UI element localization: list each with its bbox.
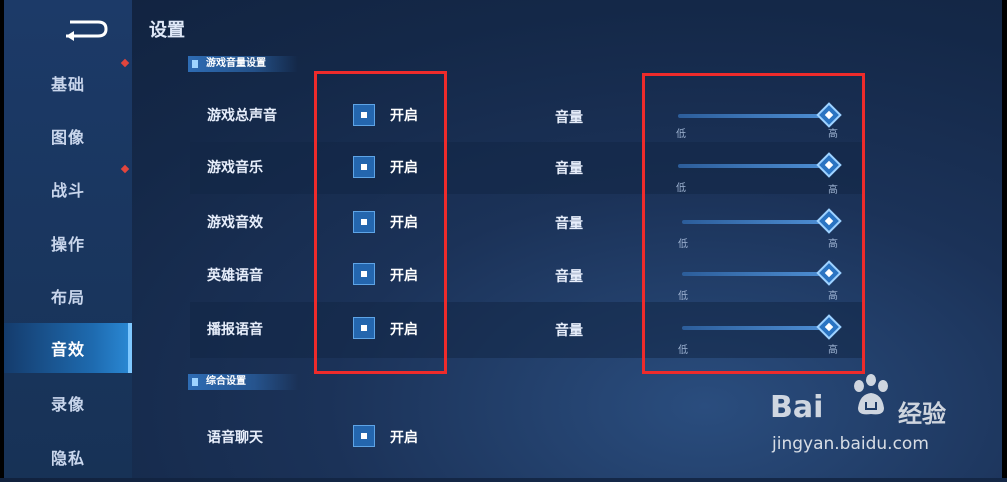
row-label-hero-voice: 英雄语音 <box>207 268 263 284</box>
sidebar: 基础 图像 战斗 操作 布局 音效 录像 隐私 <box>4 0 132 478</box>
watermark-brand-suffix: 经验 <box>898 400 946 428</box>
sidebar-item-label: 布局 <box>50 288 85 307</box>
toggle-label: 开启 <box>390 430 418 446</box>
row-label-music: 游戏音乐 <box>207 160 263 176</box>
watermark: Bai 经验 jingyan.baidu.com <box>770 372 970 472</box>
sidebar-item-label: 图像 <box>50 128 85 147</box>
voice-chat-checkbox[interactable] <box>353 425 375 447</box>
sidebar-item-label: 音效 <box>50 340 85 359</box>
row-label-sfx: 游戏音效 <box>207 215 263 231</box>
section-header-general: 综合设置 <box>188 374 298 390</box>
sidebar-item-privacy[interactable]: 隐私 <box>4 432 132 482</box>
volume-label: 音量 <box>555 323 583 339</box>
sidebar-item-audio[interactable]: 音效 <box>4 323 132 373</box>
sidebar-item-label: 操作 <box>50 235 85 254</box>
sidebar-item-label: 录像 <box>50 395 85 414</box>
highlight-box-sliders <box>642 73 865 374</box>
sidebar-item-graphics[interactable]: 图像 <box>4 111 132 161</box>
paw-logo-icon <box>854 374 888 415</box>
row-label-announcer: 播报语音 <box>207 322 263 338</box>
sidebar-item-basic[interactable]: 基础 <box>4 58 132 108</box>
volume-label: 音量 <box>555 269 583 285</box>
watermark-brand: Bai <box>770 390 824 425</box>
volume-label: 音量 <box>555 216 583 232</box>
watermark-url: jingyan.baidu.com <box>772 434 929 454</box>
row-label-master: 游戏总声音 <box>207 108 277 124</box>
sidebar-item-combat[interactable]: 战斗 <box>4 164 132 214</box>
sidebar-item-replay[interactable]: 录像 <box>4 378 132 428</box>
volume-label: 音量 <box>555 161 583 177</box>
sidebar-item-label: 基础 <box>50 75 85 94</box>
sidebar-item-label: 隐私 <box>50 449 85 468</box>
page-title: 设置 <box>149 20 185 41</box>
section-header-volume: 游戏音量设置 <box>188 56 298 72</box>
row-label-voice-chat: 语音聊天 <box>207 430 263 446</box>
sidebar-item-layout[interactable]: 布局 <box>4 271 132 321</box>
back-arrow-icon[interactable] <box>62 14 110 44</box>
sidebar-item-controls[interactable]: 操作 <box>4 218 132 268</box>
volume-label: 音量 <box>555 110 583 126</box>
sidebar-item-label: 战斗 <box>50 181 85 200</box>
highlight-box-toggles <box>314 71 447 374</box>
